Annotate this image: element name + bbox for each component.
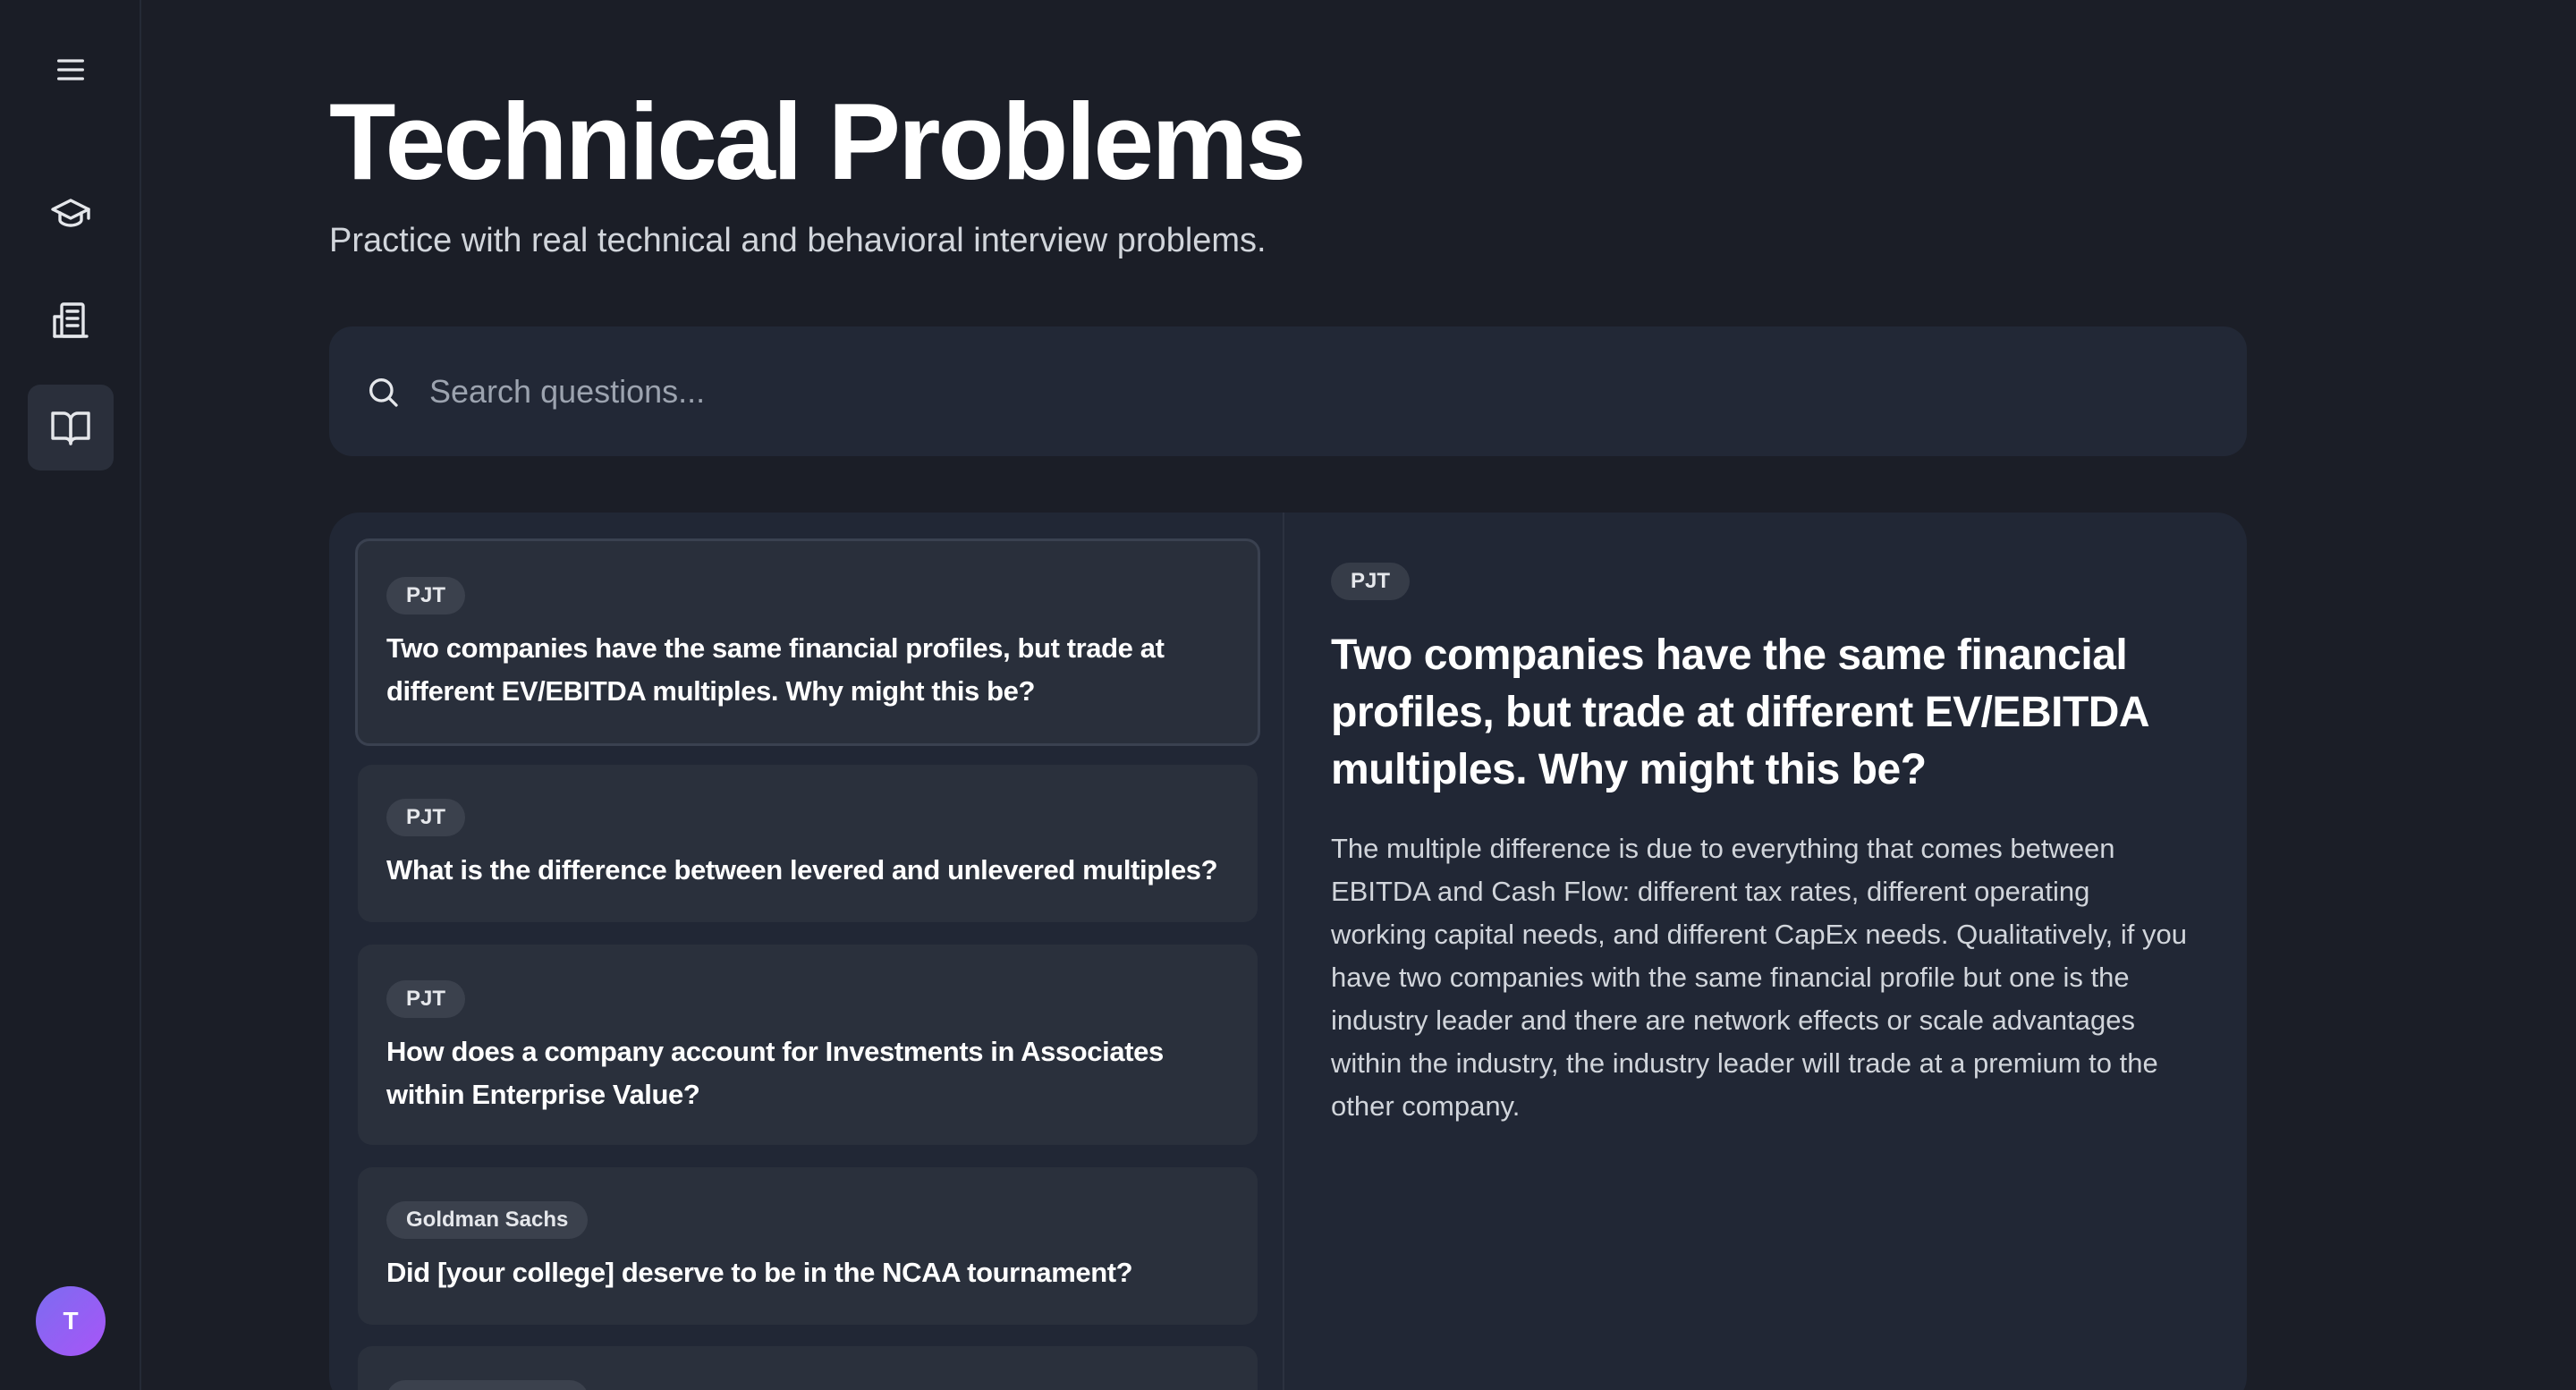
search-icon xyxy=(369,377,398,407)
question-card[interactable]: PJT How does a company account for Inves… xyxy=(358,945,1258,1145)
app-root: T Technical Problems Practice with real … xyxy=(0,0,2576,1390)
question-card[interactable]: Goldman Sachs Did [your college] deserve… xyxy=(358,1167,1258,1325)
graduation-cap-icon xyxy=(51,199,90,227)
menu-icon xyxy=(57,59,85,81)
building-icon xyxy=(53,302,89,338)
page-title: Technical Problems xyxy=(329,81,1307,202)
question-text: Did [your college] deserve to be in the … xyxy=(386,1257,1133,1288)
detail-company-tag: PJT xyxy=(1331,563,1411,600)
question-card[interactable]: PJT Two companies have the same financia… xyxy=(355,538,1260,746)
page-subtitle: Practice with real technical and behavio… xyxy=(329,222,1267,259)
book-open-icon xyxy=(51,411,90,445)
question-text: Two companies have the same financial pr… xyxy=(386,632,1165,707)
detail-answer: The multiple difference is due to everyt… xyxy=(1331,833,2187,1122)
sidebar-item-learn[interactable] xyxy=(28,170,114,256)
detail-title: Two companies have the same financial pr… xyxy=(1331,631,2148,793)
question-card[interactable]: PJT What is the difference between lever… xyxy=(358,765,1258,922)
sidebar-item-problems[interactable] xyxy=(28,385,114,470)
question-card-partial[interactable] xyxy=(358,1346,1258,1390)
questions-panel: PJT Two companies have the same financia… xyxy=(329,513,2247,1390)
search-input[interactable] xyxy=(429,355,2247,428)
company-tag: PJT xyxy=(386,980,466,1018)
question-text: What is the difference between levered a… xyxy=(386,854,1218,886)
company-tag: PJT xyxy=(386,799,466,836)
company-tag-partial xyxy=(386,1380,589,1390)
question-text: How does a company account for Investmen… xyxy=(386,1036,1164,1110)
search-bar[interactable] xyxy=(329,326,2247,456)
sidebar: T xyxy=(0,0,141,1390)
sidebar-item-companies[interactable] xyxy=(28,277,114,363)
question-list: PJT Two companies have the same financia… xyxy=(329,513,1284,1390)
company-tag: Goldman Sachs xyxy=(386,1201,589,1239)
menu-button[interactable] xyxy=(28,27,114,113)
company-tag: PJT xyxy=(386,577,466,614)
question-detail: PJT Two companies have the same financia… xyxy=(1331,513,2207,1390)
avatar[interactable]: T xyxy=(36,1286,106,1356)
